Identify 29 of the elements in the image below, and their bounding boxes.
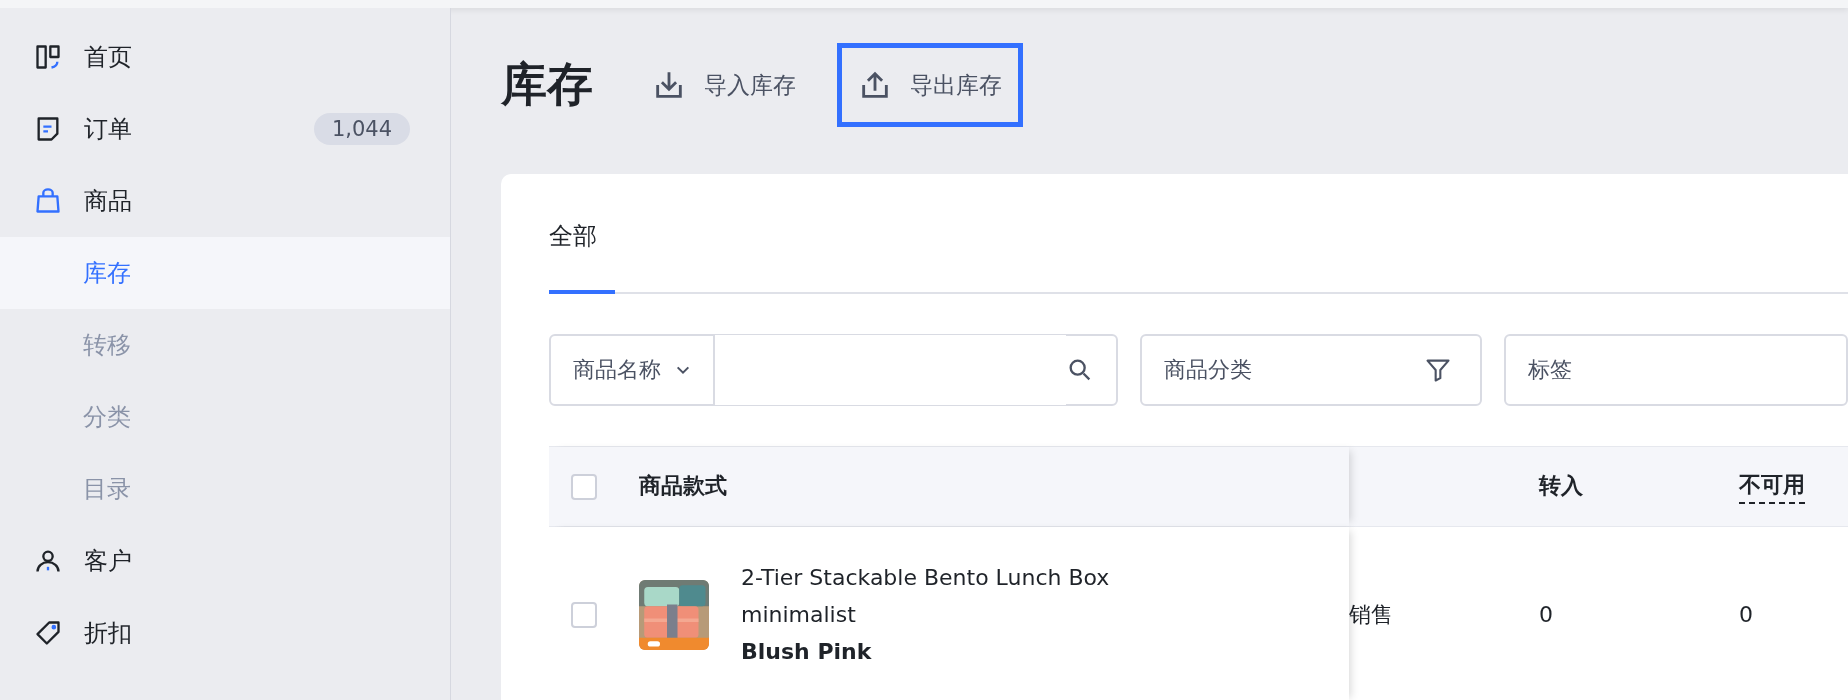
checkbox[interactable] xyxy=(571,473,597,500)
action-button[interactable]: 导出库存 xyxy=(837,43,1023,127)
tab[interactable]: 全部 xyxy=(549,220,615,294)
checkbox[interactable] xyxy=(571,601,597,628)
nav-item[interactable]: 客户 xyxy=(0,525,450,597)
table-cell: 0 xyxy=(1539,602,1553,627)
tag-filter[interactable]: 标签 xyxy=(1504,334,1848,406)
product-name: 2-Tier Stackable Bento Lunch Box minimalist xyxy=(741,564,1111,629)
column-header: 不可用 xyxy=(1739,469,1805,504)
nav-item[interactable]: 订单 1,044 xyxy=(0,93,450,165)
nav-subitem[interactable]: 库存 xyxy=(0,237,450,309)
nav-item[interactable]: 折扣 xyxy=(0,597,450,669)
action-button[interactable]: 导入库存 xyxy=(631,43,817,127)
nav-label: 客户 xyxy=(84,546,133,577)
page-title: 库存 xyxy=(501,56,593,113)
nav-item[interactable]: 商品 xyxy=(0,165,450,237)
variant-name: Blush Pink xyxy=(741,638,873,666)
count-badge: 1,044 xyxy=(313,113,410,145)
search-field[interactable]: 商品名称 xyxy=(549,334,1118,406)
nav-label: 商品 xyxy=(84,186,133,217)
table-cell: 0 xyxy=(1739,602,1753,627)
category-filter[interactable]: 商品分类 xyxy=(1139,334,1483,406)
nav-item[interactable]: 首页 xyxy=(0,21,450,93)
column-header: 商品款式 xyxy=(639,471,727,500)
column-header: 转入 xyxy=(1539,471,1583,500)
table-cell-text: 销售 xyxy=(1349,600,1393,629)
nav-label: 首页 xyxy=(84,42,133,73)
nav-label: 订单 xyxy=(84,114,133,145)
nav-label: 折扣 xyxy=(84,618,133,649)
